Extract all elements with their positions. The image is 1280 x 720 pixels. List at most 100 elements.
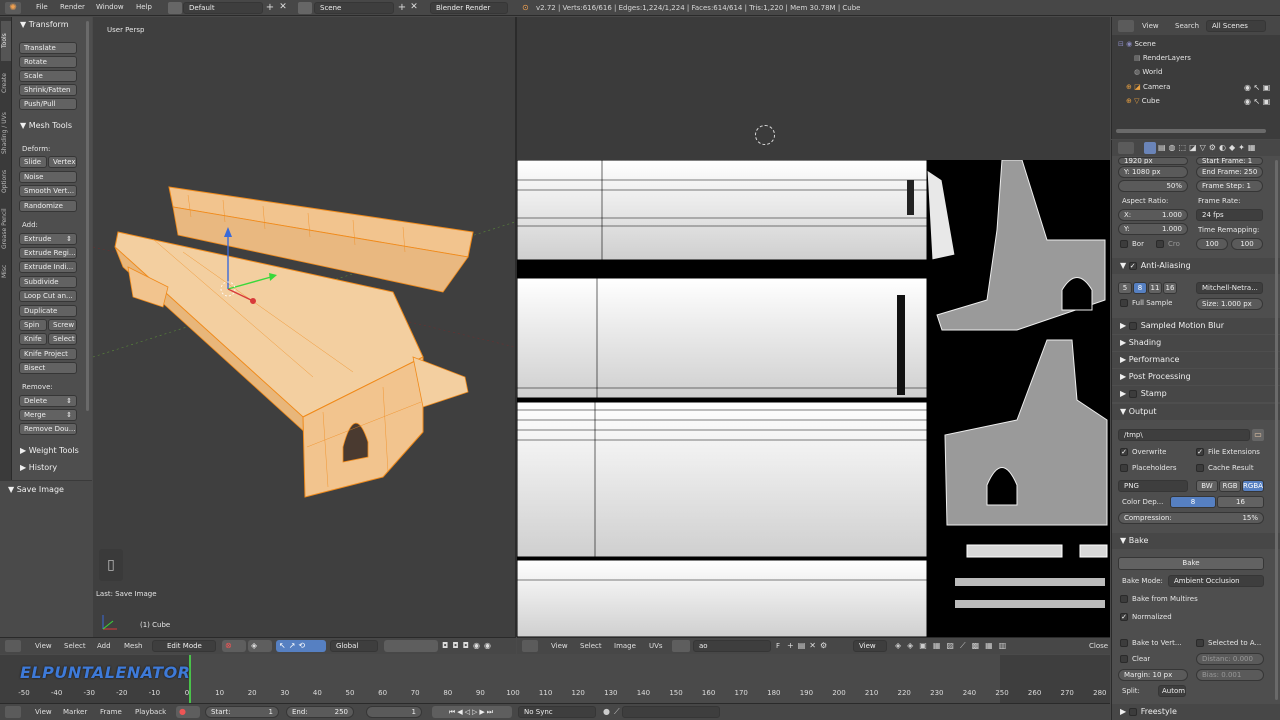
3d-viewport[interactable]: User Persp ▯ Last: Save Image (1) Cube [93,17,515,637]
subdivide-button[interactable]: Subdivide [19,276,77,288]
aspect-y-field[interactable]: Y: 1.000 [1118,223,1188,235]
render-engine-select[interactable]: Blender Render [430,2,508,14]
orientation-select[interactable]: Global [330,640,378,652]
aa-size-field[interactable]: Size: 1.000 px [1196,298,1263,310]
translate-button[interactable]: Translate [19,42,77,54]
bisect-button[interactable]: Bisect [19,362,77,374]
current-frame-input[interactable]: 1 [366,706,422,718]
timeline-playback-menu[interactable]: Playback [135,708,166,716]
viewport-view-menu[interactable]: View [35,642,52,650]
compression-slider[interactable]: Compression: 15% [1118,512,1264,524]
sync-select[interactable]: No Sync [518,706,596,718]
image-close-button[interactable]: Close [1089,642,1108,650]
extrude-button[interactable]: Extrude ⇕ [19,233,77,245]
res-y-field[interactable]: Y: 1080 px [1118,166,1188,178]
shading-panel-header[interactable]: ▶ Shading [1112,335,1280,351]
scene-icon[interactable] [298,2,312,14]
image-view-menu[interactable]: View [551,642,568,650]
uv-image-editor[interactable] [517,17,1110,637]
scene-add-icon[interactable]: + [396,2,408,14]
outliner-item-scene[interactable]: ⊟ ◉ Scene [1118,40,1258,48]
bake-multires-checkbox[interactable]: Bake from Multires [1120,595,1198,603]
bake-button[interactable]: Bake [1118,557,1264,570]
merge-button[interactable]: Merge ⇕ [19,409,77,421]
file-format-select[interactable]: PNG [1118,480,1188,492]
bias-field[interactable]: Bias: 0.001 [1196,669,1264,681]
render-tab-icon[interactable] [1144,142,1156,154]
color-bw-button[interactable]: BW [1196,480,1218,492]
timeline-view-menu[interactable]: View [35,708,52,716]
outliner-search-menu[interactable]: Search [1175,22,1199,30]
crop-checkbox[interactable]: Cro [1156,240,1180,248]
distance-field[interactable]: Distanc: 0.000 [1196,653,1264,665]
manipulator-icons[interactable]: ↖↗⟲ [276,640,326,652]
vertex-button[interactable]: Vertex [48,156,77,168]
mesh-tools-header[interactable]: ▼ Mesh Tools [20,121,72,130]
pivot-select-icon[interactable]: ◈ [248,640,272,652]
start-frame-input[interactable]: Start: 1 [205,706,279,718]
res-x-field[interactable]: 1920 px [1118,157,1188,165]
frame-step-field[interactable]: Frame Step: 1 [1196,180,1263,192]
knife-select-button[interactable]: Select [48,333,77,345]
performance-panel-header[interactable]: ▶ Performance [1112,352,1280,368]
placeholders-checkbox[interactable]: Placeholders [1120,464,1177,472]
menu-window[interactable]: Window [96,3,124,11]
transform-header[interactable]: ▼ Transform [20,20,69,29]
anti-aliasing-panel-header[interactable]: ▼ ✓ Anti-Aliasing [1112,258,1280,274]
aa-samples-11[interactable]: 11 [1148,282,1162,294]
folder-browse-icon[interactable]: ▭ [1252,429,1264,441]
selected-to-active-checkbox[interactable]: Selected to A... [1196,639,1261,647]
layout-close-icon[interactable]: ✕ [277,2,289,14]
cache-result-checkbox[interactable]: Cache Result [1196,464,1254,472]
layout-icon[interactable] [168,2,182,14]
res-percent-field[interactable]: 50% [1118,180,1188,192]
tab-create[interactable]: Create [1,63,11,103]
uv-snap-icons[interactable]: ◈◈▣▦▨⟋▩▦▥ [895,640,1075,652]
bake-panel-header[interactable]: ▼ Bake [1112,533,1280,549]
viewport-editor-icon[interactable] [5,640,21,652]
image-view-select[interactable]: View [853,640,887,652]
cube-visibility-icon[interactable]: ◉ ↖ ▣ [1244,97,1270,106]
keying-set-field[interactable] [622,706,720,718]
aa-samples-16[interactable]: 16 [1163,282,1177,294]
timeline[interactable]: ELPUNTALENATOR -50 -40 -30 -20 -10 0 10 20 30 40 5… [0,655,1110,703]
outliner-scrollbar[interactable] [1116,129,1266,133]
aspect-x-field[interactable]: X: 1.000 [1118,209,1188,221]
image-fake-user-toggle[interactable]: F [776,642,780,650]
duplicate-button[interactable]: Duplicate [19,305,77,317]
playback-controls[interactable]: ⏮◀◁▷▶⏭ [432,706,512,718]
end-frame-field[interactable]: End Frame: 250 [1196,166,1263,178]
image-image-menu[interactable]: Image [614,642,636,650]
loop-cut-button[interactable]: Loop Cut an... [19,290,77,302]
menu-help[interactable]: Help [136,3,152,11]
split-select[interactable]: Autom [1158,685,1186,697]
bench-model[interactable] [93,17,515,637]
tab-shading[interactable]: Shading / UVs [1,105,11,161]
border-checkbox[interactable]: Bor [1120,240,1144,248]
image-uvs-menu[interactable]: UVs [649,642,663,650]
extrude-region-button[interactable]: Extrude Regi... [19,247,77,259]
image-name-field[interactable]: ao [693,640,771,652]
scale-button[interactable]: Scale [19,70,77,82]
timeline-frame-menu[interactable]: Frame [100,708,122,716]
shrink-fatten-button[interactable]: Shrink/Fatten [19,84,77,96]
post-processing-panel-header[interactable]: ▶ Post Processing [1112,369,1280,385]
full-sample-checkbox[interactable]: Full Sample [1120,299,1172,307]
extrude-individual-button[interactable]: Extrude Indi... [19,261,77,273]
record-icon[interactable]: ● [176,706,200,718]
outliner-display-select[interactable]: All Scenes [1206,20,1266,32]
outliner-view-menu[interactable]: View [1142,22,1159,30]
scene-close-icon[interactable]: ✕ [408,2,420,14]
file-extensions-checkbox[interactable]: ✓ File Extensions [1196,448,1260,456]
properties-editor-icon[interactable] [1118,142,1134,154]
timeline-editor-icon[interactable] [5,706,21,718]
aa-samples-5[interactable]: 5 [1118,282,1132,294]
tab-misc[interactable]: Misc [1,259,11,283]
layer-buttons[interactable] [384,640,438,652]
bake-to-vertex-checkbox[interactable]: Bake to Vert... [1120,639,1182,647]
output-path-field[interactable]: /tmp\ [1118,429,1250,441]
blender-icon[interactable]: ✺ [5,2,21,14]
tab-tools[interactable]: Tools [1,21,11,61]
randomize-button[interactable]: Randomize [19,200,77,212]
save-image-header[interactable]: ▼ Save Image [8,485,64,494]
